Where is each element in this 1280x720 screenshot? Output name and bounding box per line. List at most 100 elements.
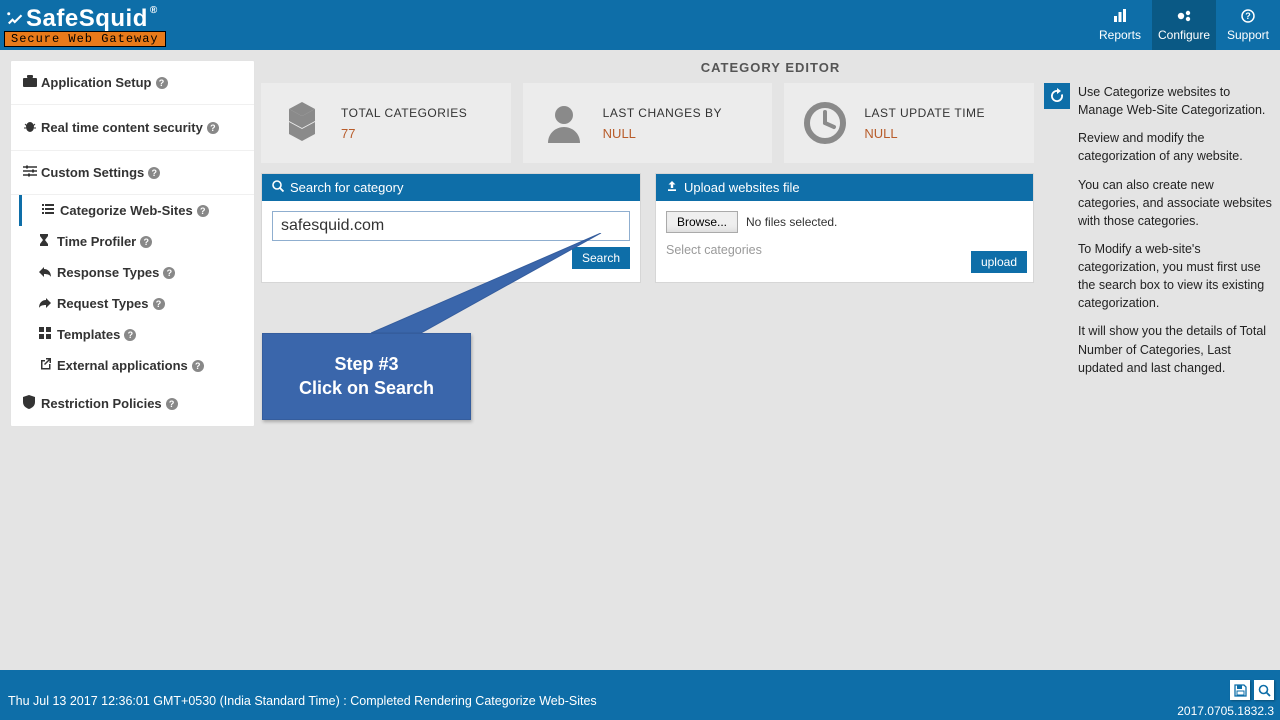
select-categories-placeholder[interactable]: Select categories	[666, 243, 1023, 257]
tutorial-callout: Step #3 Click on Search	[262, 333, 471, 420]
help-text: Review and modify the categorization of …	[1078, 129, 1274, 165]
stat-label: LAST UPDATE TIME	[864, 106, 985, 120]
stat-value: 77	[341, 126, 467, 141]
page-title: CATEGORY EDITOR	[261, 50, 1280, 83]
grid-icon	[39, 327, 57, 342]
cubes-icon	[275, 96, 329, 150]
hourglass-icon	[39, 234, 57, 249]
nav-configure[interactable]: Configure	[1152, 0, 1216, 50]
sidebar-item-label: Templates	[57, 327, 120, 342]
help-icon: ?	[148, 167, 160, 179]
sidebar-label: Application Setup	[41, 75, 152, 90]
stat-label: TOTAL CATEGORIES	[341, 106, 467, 120]
logo-icon	[4, 9, 24, 29]
upload-panel-header: Upload websites file	[656, 174, 1033, 201]
help-text: To Modify a web-site's categorization, y…	[1078, 240, 1274, 313]
sidebar-item-categorize-websites[interactable]: Categorize Web-Sites ?	[19, 195, 254, 226]
shield-icon	[23, 395, 41, 412]
search-icon-button[interactable]	[1254, 680, 1274, 700]
share-icon	[39, 297, 57, 311]
stat-value: NULL	[603, 126, 722, 141]
no-files-text: No files selected.	[746, 215, 837, 229]
sidebar-group-custom-settings[interactable]: Custom Settings ?	[11, 151, 254, 195]
sidebar-group-realtime-security[interactable]: Real time content security ?	[11, 105, 254, 151]
stat-value: NULL	[864, 126, 985, 141]
help-text: You can also create new categories, and …	[1078, 176, 1274, 230]
sidebar-item-time-profiler[interactable]: Time Profiler ?	[19, 226, 254, 257]
sidebar-item-label: External applications	[57, 358, 188, 373]
help-icon: ?	[163, 267, 175, 279]
clock-icon	[798, 96, 852, 150]
help-column: Use Categorize websites to Manage Web-Si…	[1044, 83, 1280, 387]
gears-icon	[1176, 9, 1192, 26]
sidebar-submenu-custom: Categorize Web-Sites ? Time Profiler ? R…	[11, 195, 254, 381]
help-text: Use Categorize websites to Manage Web-Si…	[1078, 83, 1274, 119]
help-icon: ?	[166, 398, 178, 410]
footer: Thu Jul 13 2017 12:36:01 GMT+0530 (India…	[0, 670, 1280, 720]
search-panel-header: Search for category	[262, 174, 640, 201]
content-col: TOTAL CATEGORIES 77 LAST CHANGES BY NULL	[261, 83, 1044, 283]
help-icon: ?	[140, 236, 152, 248]
brand-registered: ®	[150, 5, 158, 16]
sidebar-label: Restriction Policies	[41, 396, 162, 411]
browse-button[interactable]: Browse...	[666, 211, 738, 233]
main: CATEGORY EDITOR TOTAL CATEGORIES 77	[255, 50, 1280, 670]
stats-row: TOTAL CATEGORIES 77 LAST CHANGES BY NULL	[261, 83, 1044, 163]
stat-label: LAST CHANGES BY	[603, 106, 722, 120]
sidebar-item-response-types[interactable]: Response Types ?	[19, 257, 254, 288]
search-panel-title: Search for category	[290, 180, 403, 195]
upload-icon	[666, 180, 678, 195]
brand-name: SafeSquid	[26, 5, 148, 33]
reply-icon	[39, 266, 57, 280]
sidebar-item-label: Time Profiler	[57, 234, 136, 249]
user-icon	[537, 96, 591, 150]
save-icon-button[interactable]	[1230, 680, 1250, 700]
help-icon: ?	[197, 205, 209, 217]
help-icon: ?	[156, 77, 168, 89]
help-icon: ?	[124, 329, 136, 341]
briefcase-icon	[23, 75, 41, 90]
upload-panel: Upload websites file Browse... No files …	[655, 173, 1034, 283]
top-nav: Reports Configure ? Support	[1088, 0, 1280, 50]
help-icon: ?	[153, 298, 165, 310]
logo-tagline: Secure Web Gateway	[4, 31, 166, 47]
sidebar-item-request-types[interactable]: Request Types ?	[19, 288, 254, 319]
help-icon: ?	[192, 360, 204, 372]
nav-reports-label: Reports	[1099, 28, 1141, 42]
body: Application Setup ? Real time content se…	[0, 50, 1280, 670]
sidebar-item-label: Categorize Web-Sites	[60, 203, 193, 218]
nav-configure-label: Configure	[1158, 28, 1210, 42]
sidebar-item-label: Request Types	[57, 296, 149, 311]
status-text: Thu Jul 13 2017 12:36:01 GMT+0530 (India…	[8, 694, 597, 718]
external-link-icon	[39, 358, 57, 373]
content-row: TOTAL CATEGORIES 77 LAST CHANGES BY NULL	[261, 83, 1280, 387]
sidebar-label: Custom Settings	[41, 165, 144, 180]
sidebar-item-templates[interactable]: Templates ?	[19, 319, 254, 350]
sidebar-group-application-setup[interactable]: Application Setup ?	[11, 61, 254, 105]
sidebar-label: Real time content security	[41, 120, 203, 135]
bug-icon	[23, 119, 41, 136]
upload-button[interactable]: upload	[971, 251, 1027, 273]
stat-total-categories: TOTAL CATEGORIES 77	[261, 83, 511, 163]
upload-panel-title: Upload websites file	[684, 180, 800, 195]
help-text: It will show you the details of Total Nu…	[1078, 322, 1274, 376]
stat-last-changes-by: LAST CHANGES BY NULL	[523, 83, 773, 163]
sidebar-item-external-applications[interactable]: External applications ?	[19, 350, 254, 381]
list-icon	[42, 203, 60, 218]
top-bar: SafeSquid® Secure Web Gateway Reports Co…	[0, 0, 1280, 50]
nav-support-label: Support	[1227, 28, 1269, 42]
sidebar-group-restriction-policies[interactable]: Restriction Policies ?	[11, 381, 254, 426]
sliders-icon	[23, 165, 41, 180]
sidebar-panel: Application Setup ? Real time content se…	[10, 60, 255, 427]
search-icon	[272, 180, 284, 195]
stat-last-update-time: LAST UPDATE TIME NULL	[784, 83, 1034, 163]
callout-line1: Step #3	[271, 352, 462, 376]
bar-chart-icon	[1113, 9, 1127, 26]
nav-support[interactable]: ? Support	[1216, 0, 1280, 50]
callout-line2: Click on Search	[271, 376, 462, 400]
sidebar-item-label: Response Types	[57, 265, 159, 280]
sidebar: Application Setup ? Real time content se…	[0, 50, 255, 670]
nav-reports[interactable]: Reports	[1088, 0, 1152, 50]
version-text: 2017.0705.1832.3	[1177, 704, 1274, 718]
question-circle-icon: ?	[1241, 9, 1255, 26]
